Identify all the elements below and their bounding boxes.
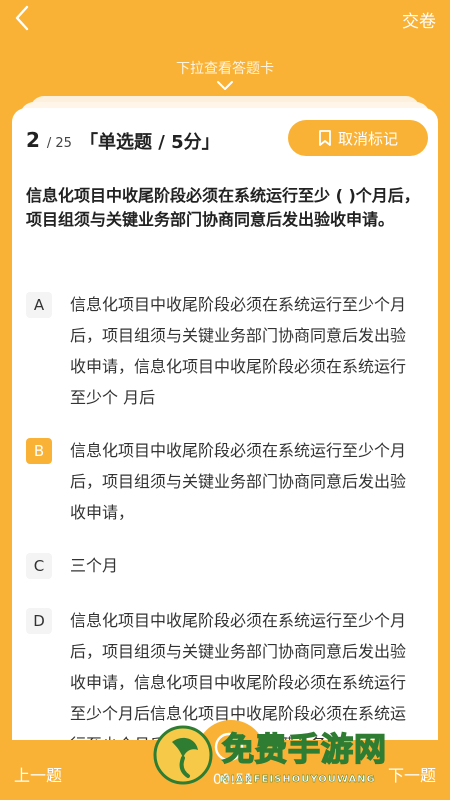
pull-down-hint[interactable]: 下拉查看答题卡 bbox=[0, 58, 450, 78]
header-bar: 交卷 bbox=[0, 0, 450, 40]
question-total: / 25 bbox=[46, 136, 72, 151]
back-button[interactable] bbox=[8, 3, 38, 33]
timer: 00:51 bbox=[196, 720, 266, 790]
question-type: 「单选题 / 5分」 bbox=[80, 132, 220, 153]
option-text: 信息化项目中收尾阶段必须在系统运行至少个月后，项目组须与关键业务部门协商同意后发… bbox=[70, 441, 407, 522]
option-letter: C bbox=[26, 553, 52, 579]
question-stem: 信息化项目中收尾阶段必须在系统运行至少 ( )个月后，项目组须与关键业务部门协商… bbox=[26, 186, 420, 229]
option-letter: A bbox=[26, 292, 52, 318]
chevron-left-icon bbox=[15, 5, 29, 31]
question-current: 2 bbox=[26, 128, 40, 152]
option-letter-selected: B bbox=[26, 438, 52, 464]
submit-exam-button[interactable]: 交卷 bbox=[402, 7, 436, 32]
option-letter: D bbox=[26, 608, 52, 634]
next-question-button[interactable]: 下一题 bbox=[388, 762, 436, 786]
option-text: 三个月 bbox=[70, 556, 119, 575]
timer-value: 00:51 bbox=[212, 772, 254, 788]
previous-question-button[interactable]: 上一题 bbox=[14, 762, 62, 786]
bookmark-icon bbox=[319, 130, 331, 146]
clock-icon bbox=[214, 732, 244, 762]
unmark-button[interactable]: 取消标记 bbox=[288, 120, 428, 156]
question-card: 2 / 25 「单选题 / 5分」 取消标记 信息化项目中收尾阶段必须在系统运行… bbox=[12, 108, 438, 800]
question-counter: 2 / 25 bbox=[26, 128, 72, 152]
option-text: 信息化项目中收尾阶段必须在系统运行至少个月后，项目组须与关键业务部门协商同意后发… bbox=[70, 295, 407, 407]
unmark-label: 取消标记 bbox=[337, 129, 398, 148]
chevron-down-icon[interactable] bbox=[216, 80, 234, 92]
